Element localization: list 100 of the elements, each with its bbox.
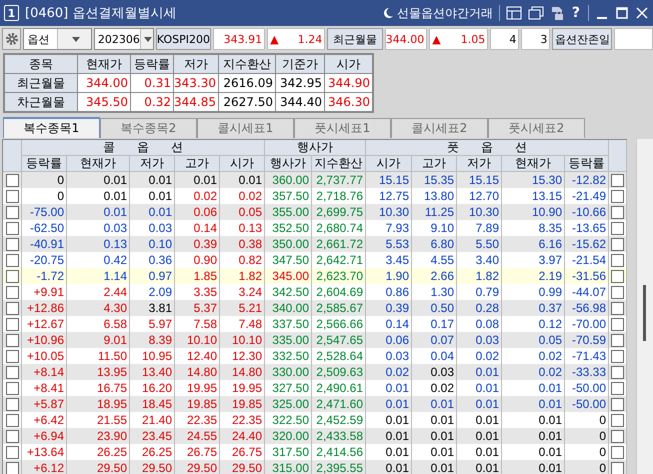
row-checkbox[interactable] <box>611 206 624 218</box>
table-cell: 2,395.55 <box>312 460 366 474</box>
column-header: 현재가 <box>78 55 130 73</box>
table-cell: 0.01 <box>502 396 565 412</box>
close-icon[interactable] <box>635 6 649 20</box>
table-cell: 325.00 <box>265 396 312 412</box>
index-change: 1.24 <box>298 32 322 46</box>
row-checkbox[interactable] <box>611 382 624 394</box>
maximize-icon[interactable] <box>615 6 629 20</box>
tab[interactable]: 복수종목1 <box>3 117 100 138</box>
month-select[interactable]: 202306 <box>94 28 154 50</box>
row-checkbox[interactable] <box>6 238 18 250</box>
settings-button[interactable] <box>2 28 22 50</box>
table-cell: 2616.09 <box>219 74 275 92</box>
row-checkbox[interactable] <box>6 270 18 282</box>
row-checkbox[interactable] <box>6 254 18 266</box>
row-checkbox[interactable] <box>611 462 624 474</box>
tab[interactable]: 복수종목2 <box>100 118 197 138</box>
dropdown-caret-icon <box>144 36 152 42</box>
row-checkbox[interactable] <box>6 414 18 426</box>
row-checkbox[interactable] <box>611 174 624 186</box>
row-checkbox[interactable] <box>611 286 624 298</box>
scrollbar[interactable] <box>636 139 653 474</box>
table-cell: 343.30 <box>174 74 218 92</box>
column-group-header: 행사가 <box>265 140 366 156</box>
settings-icon <box>4 32 19 46</box>
row-checkbox[interactable] <box>6 430 18 442</box>
row-checkbox[interactable] <box>611 398 624 410</box>
row-checkbox[interactable] <box>611 270 624 282</box>
table-cell: 2,623.70 <box>312 268 366 284</box>
row-checkbox[interactable] <box>611 190 624 202</box>
row-checkbox[interactable] <box>611 302 624 314</box>
table-cell: 5.21 <box>220 300 265 316</box>
row-checkbox[interactable] <box>611 334 624 346</box>
table-cell: 23.45 <box>130 428 175 444</box>
table-cell: 0.13 <box>67 236 130 252</box>
index-label: KOSPI200 <box>156 28 211 50</box>
table-cell: 18.95 <box>67 396 130 412</box>
row-checkbox[interactable] <box>611 222 624 234</box>
table-cell: 18.45 <box>130 396 175 412</box>
row-checkbox[interactable] <box>6 206 18 218</box>
table-cell: 0.03 <box>412 364 457 380</box>
table-cell: 0.01 <box>366 428 412 444</box>
column-header: 현재가 <box>502 156 565 172</box>
table-cell: 344.85 <box>174 93 218 111</box>
row-checkbox[interactable] <box>6 174 18 186</box>
table-cell: 2.66 <box>412 268 457 284</box>
help-button[interactable]: ? <box>570 5 582 21</box>
layout-icon[interactable] <box>506 6 522 20</box>
copy-icon[interactable] <box>528 6 544 20</box>
table-cell: 345.50 <box>78 93 130 111</box>
row-checkbox[interactable] <box>6 334 18 346</box>
row-checkbox[interactable] <box>6 286 18 298</box>
row-checkbox[interactable] <box>611 430 624 442</box>
table-cell: 0.06 <box>366 332 412 348</box>
row-checkbox[interactable] <box>6 382 18 394</box>
table-cell: 360.00 <box>265 172 312 188</box>
table-cell: 0.01 <box>412 396 457 412</box>
row-checkbox[interactable] <box>611 350 624 362</box>
row-checkbox[interactable] <box>6 222 18 234</box>
row-checkbox[interactable] <box>6 318 18 330</box>
product-select[interactable]: 옵션 <box>23 28 92 50</box>
row-checkbox[interactable] <box>611 254 624 266</box>
row-checkbox[interactable] <box>6 446 18 458</box>
table-cell: -40.91 <box>22 236 67 252</box>
row-checkbox[interactable] <box>611 366 624 378</box>
column-header: 지수환산 <box>312 156 366 172</box>
row-checkbox[interactable] <box>6 302 18 314</box>
table-cell: 2.19 <box>502 268 565 284</box>
row-checkbox[interactable] <box>611 318 624 330</box>
row-checkbox[interactable] <box>6 398 18 410</box>
table-cell: 6.80 <box>412 236 457 252</box>
row-checkbox[interactable] <box>6 190 18 202</box>
window-title: [0460] 옵션결제월별시세 <box>25 5 178 22</box>
count-value: 4 <box>490 28 520 50</box>
remaining-days-label: 옵션잔존일 <box>552 28 612 50</box>
table-cell: 2,661.72 <box>312 236 366 252</box>
tab[interactable]: 콜시세표1 <box>197 118 294 138</box>
row-checkbox[interactable] <box>611 414 624 426</box>
row-checkbox[interactable] <box>611 238 624 250</box>
column-header: 저가 <box>174 55 218 73</box>
tab[interactable]: 풋시세표2 <box>488 118 585 138</box>
tab[interactable]: 콜시세표2 <box>391 118 488 138</box>
table-cell: 320.00 <box>265 428 312 444</box>
table-cell: 0.28 <box>457 300 502 316</box>
row-checkbox[interactable] <box>6 350 18 362</box>
row-checkbox[interactable] <box>6 366 18 378</box>
row-checkbox[interactable] <box>6 462 18 474</box>
column-header: 고가 <box>412 156 457 172</box>
table-cell: 0.01 <box>130 172 175 188</box>
night-trading-button[interactable]: 선물옵션야간거래 <box>382 4 493 22</box>
value-field <box>614 28 653 50</box>
row-checkbox[interactable] <box>611 446 624 458</box>
table-cell: 10.30 <box>457 204 502 220</box>
table-cell: 0 <box>565 428 609 444</box>
table-cell: -33.33 <box>565 364 609 380</box>
table-cell: 13.40 <box>130 364 175 380</box>
tab[interactable]: 풋시세표1 <box>294 118 391 138</box>
scroll-thumb[interactable] <box>643 285 646 341</box>
table-cell: -1.72 <box>22 268 67 284</box>
